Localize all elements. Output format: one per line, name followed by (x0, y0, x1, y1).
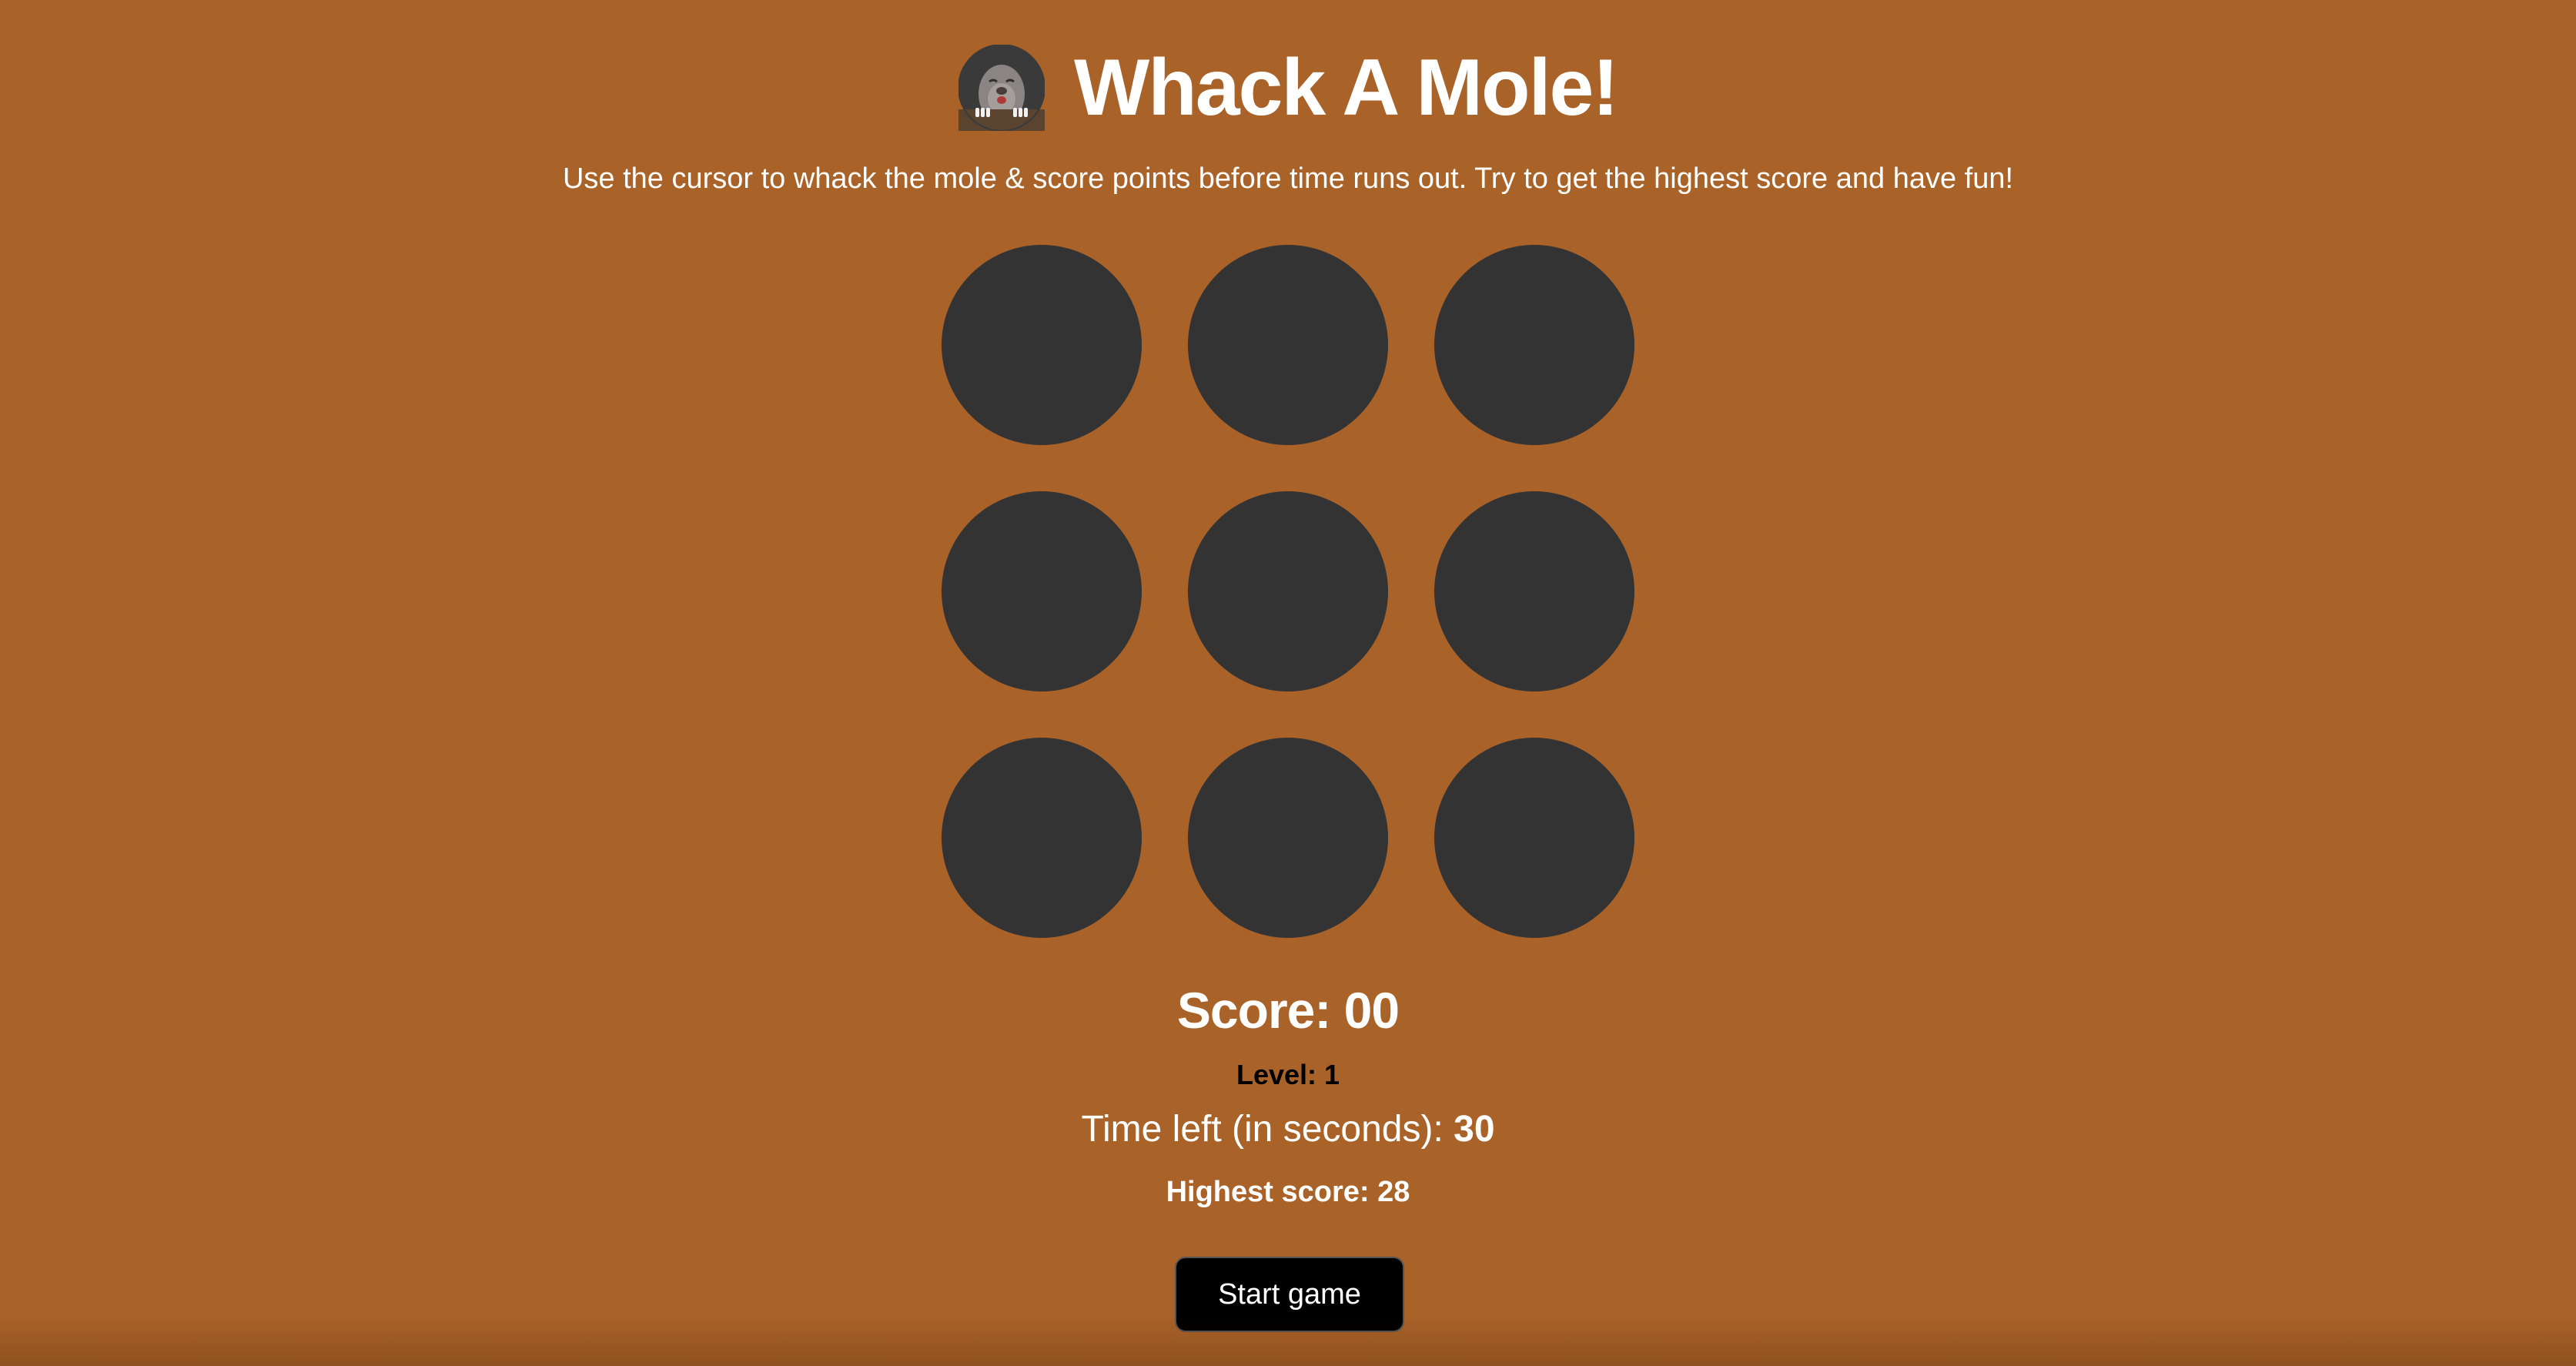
mole-grid (942, 245, 1634, 938)
mole-hole[interactable] (942, 245, 1142, 445)
score-display: Score: 00 (0, 983, 2576, 1039)
time-label: Time left (in seconds): (1081, 1109, 1444, 1150)
mole-hole[interactable] (942, 738, 1142, 938)
level-label: Level: (1236, 1059, 1316, 1090)
mole-hole[interactable] (942, 491, 1142, 691)
mole-hole[interactable] (1434, 245, 1634, 445)
level-display: Level: 1 (0, 1058, 2576, 1091)
time-display: Time left (in seconds): 30 (0, 1107, 2576, 1152)
mole-hole[interactable] (1188, 491, 1388, 691)
level-value: 1 (1324, 1059, 1340, 1090)
highest-score-label: Highest score: (1166, 1176, 1370, 1208)
instructions-text: Use the cursor to whack the mole & score… (562, 162, 2014, 195)
page-title: Whack A Mole! (1074, 43, 1619, 132)
score-label: Score: (1176, 982, 1331, 1039)
mole-hole[interactable] (1434, 491, 1634, 691)
mole-hole[interactable] (1434, 738, 1634, 938)
header: Whack A Mole! (0, 45, 2576, 131)
highest-score-value: 28 (1377, 1176, 1410, 1208)
score-value: 00 (1343, 982, 1400, 1039)
start-game-button[interactable]: Start game (1175, 1257, 1404, 1332)
mole-hole[interactable] (1188, 245, 1388, 445)
mole-icon (958, 45, 1045, 131)
time-value: 30 (1454, 1109, 1495, 1150)
mole-hole[interactable] (1188, 738, 1388, 938)
highest-score-display: Highest score: 28 (0, 1175, 2576, 1210)
